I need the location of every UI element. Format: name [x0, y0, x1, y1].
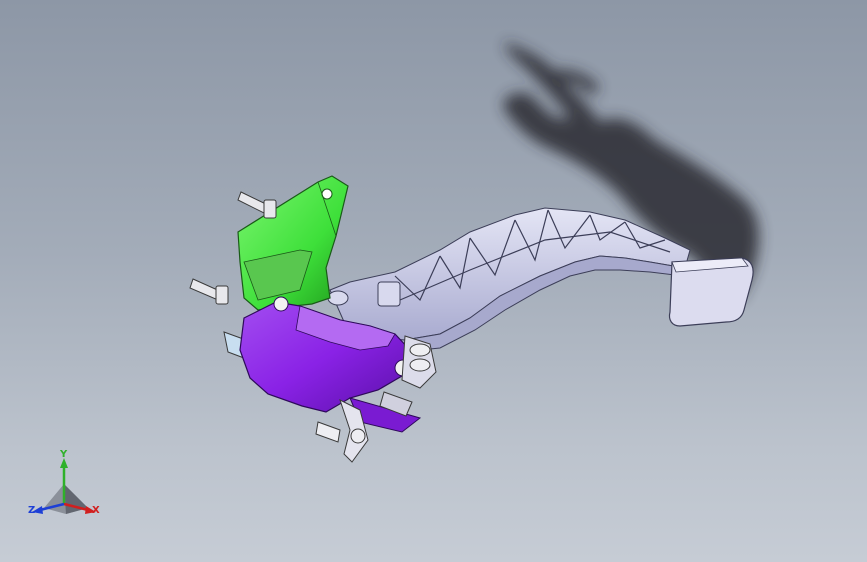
- pedal-pad[interactable]: [668, 257, 754, 327]
- axis-label-z: Z: [28, 505, 36, 516]
- axis-label-x: X: [92, 505, 100, 516]
- reference-triad: Y X Z: [26, 448, 106, 524]
- model-view[interactable]: [0, 0, 867, 562]
- graphics-viewport[interactable]: Y X Z: [0, 0, 867, 562]
- axis-label-y: Y: [60, 449, 68, 460]
